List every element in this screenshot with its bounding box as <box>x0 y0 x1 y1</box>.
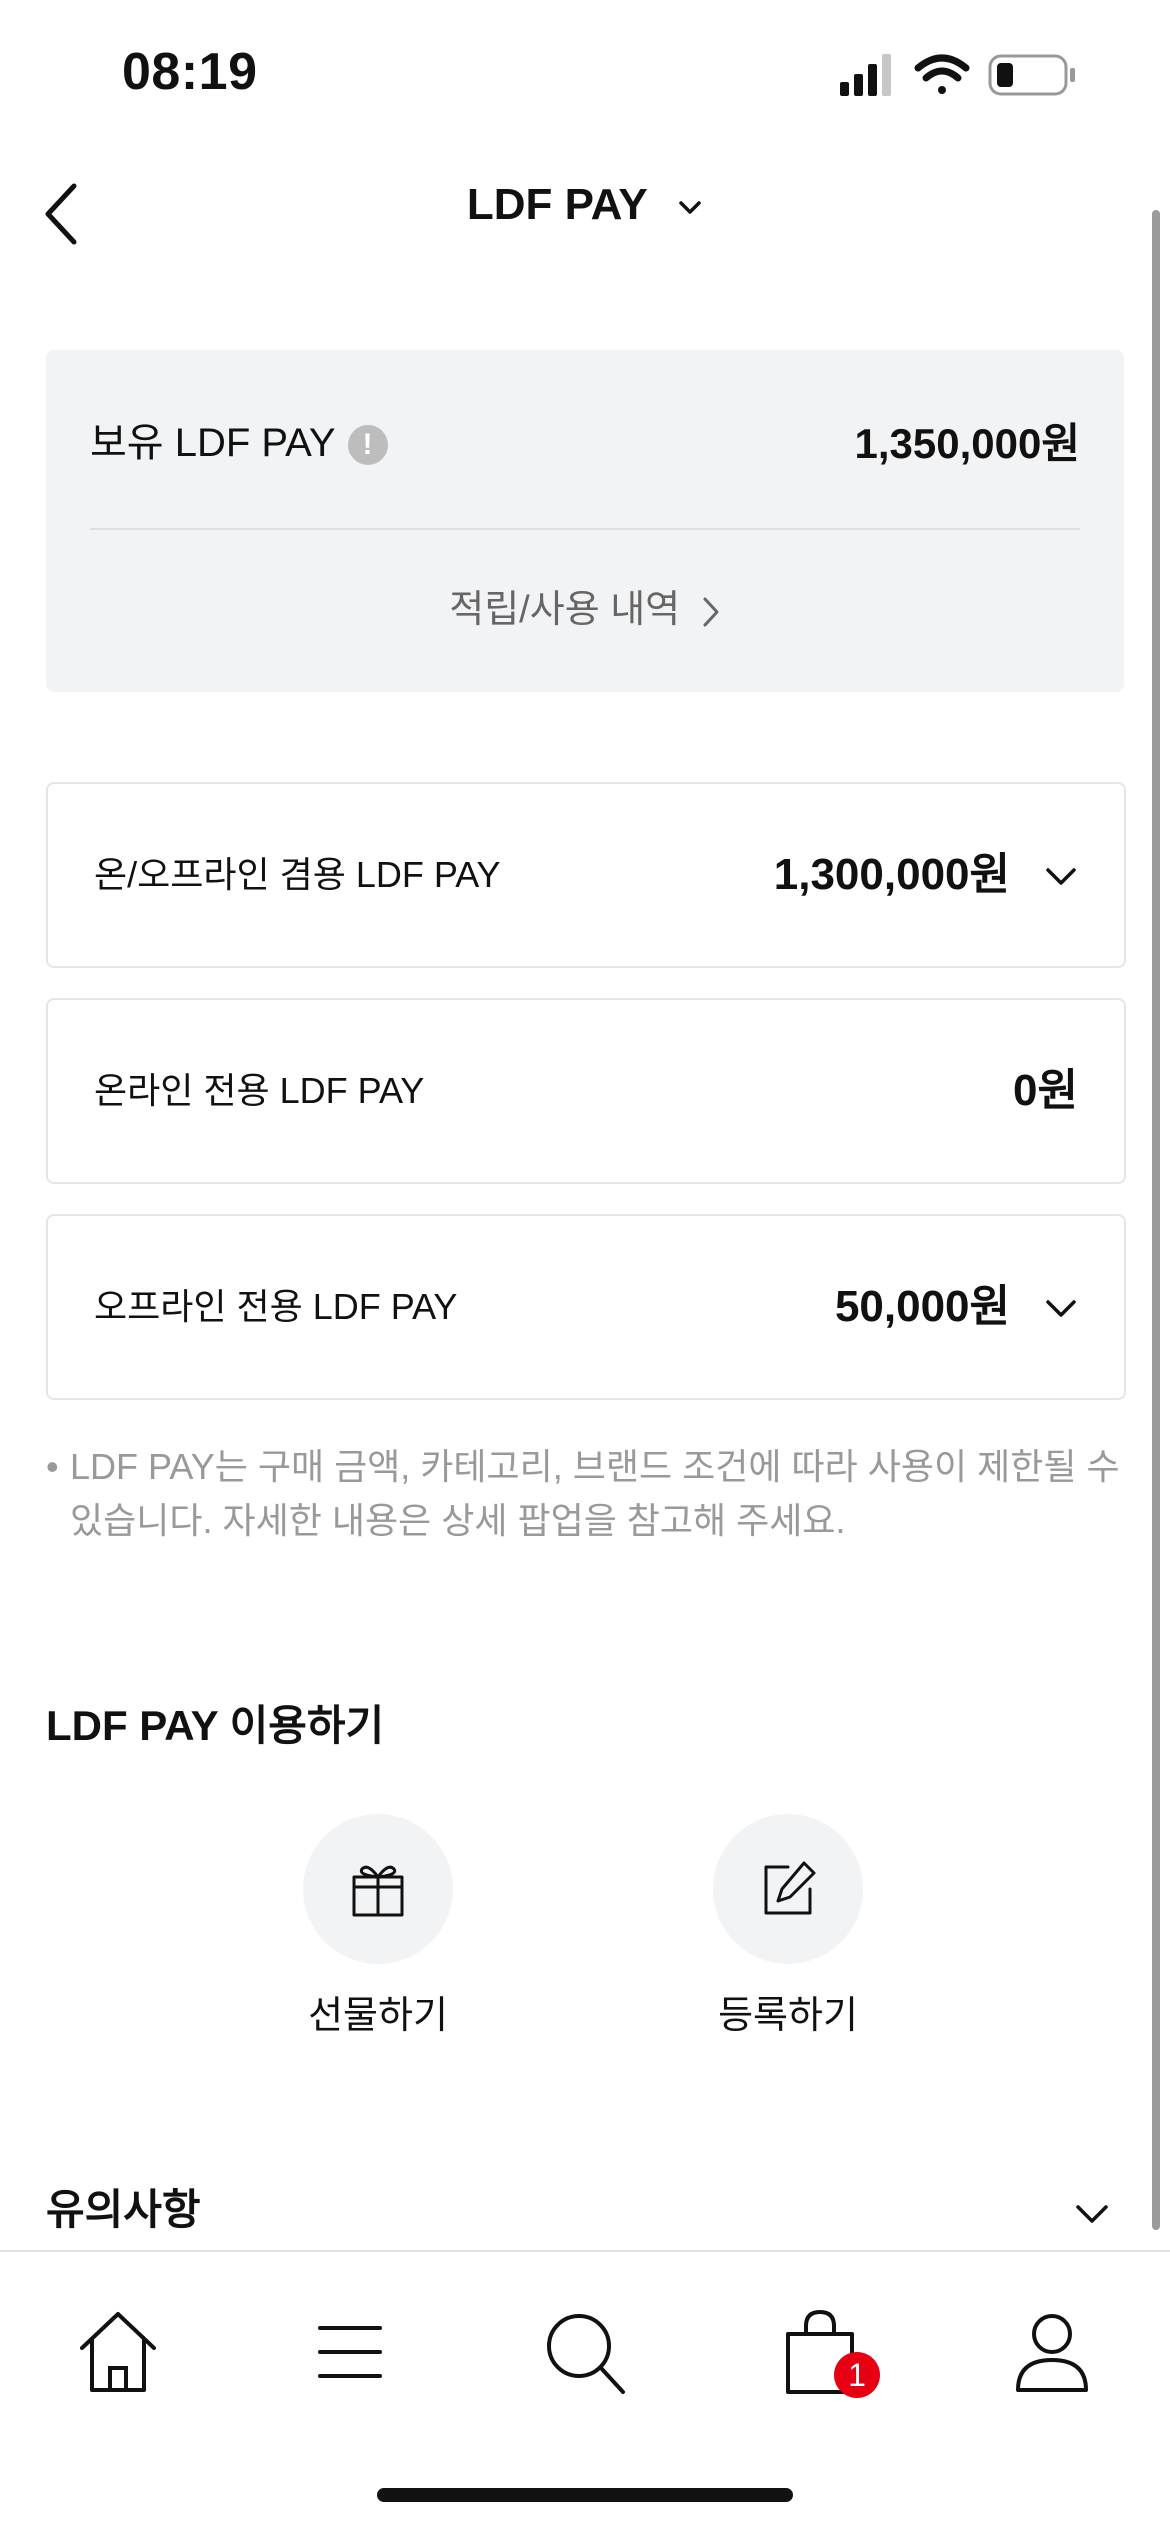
chevron-down-icon <box>679 201 701 215</box>
edit-icon <box>764 1861 816 1915</box>
home-indicator <box>377 2488 793 2502</box>
pay-card-amount: 50,000원 <box>834 1282 1010 1331</box>
balance-panel: 보유 LDF PAY! 1,350,000원 적립/사용 내역 <box>46 350 1124 692</box>
chevron-down-icon[interactable] <box>1044 860 1078 894</box>
section-title-use: LDF PAY 이용하기 <box>46 1702 385 1749</box>
pay-card-online-offline[interactable]: 온/오프라인 겸용 LDF PAY 1,300,000원 <box>46 782 1126 968</box>
gift-label: 선물하기 <box>308 1995 448 2037</box>
gift-button[interactable]: 선물하기 <box>268 1814 488 2039</box>
balance-amount: 1,350,000원 <box>854 420 1081 467</box>
register-label: 등록하기 <box>718 1995 858 2037</box>
register-button[interactable]: 등록하기 <box>678 1814 898 2039</box>
scrollbar[interactable] <box>1152 210 1160 2230</box>
caution-title[interactable]: 유의사항 <box>46 2176 201 2237</box>
gift-icon <box>352 1865 404 1917</box>
search-icon[interactable] <box>535 2302 635 2402</box>
pay-card-label: 온/오프라인 겸용 LDF PAY <box>94 854 501 895</box>
divider <box>90 528 1080 530</box>
status-time: 08:19 <box>122 43 258 101</box>
info-icon[interactable]: ! <box>347 425 388 466</box>
page-title-text: LDF PAY <box>466 180 647 229</box>
pay-card-label: 온라인 전용 LDF PAY <box>94 1070 425 1111</box>
notice-text: LDF PAY는 구매 금액, 카테고리, 브랜드 조건에 따라 사용이 제한될… <box>46 1440 1120 1548</box>
pay-card-online: 온라인 전용 LDF PAY 0원 <box>46 998 1126 1184</box>
pay-card-amount: 1,300,000원 <box>773 850 1010 899</box>
menu-icon[interactable] <box>300 2302 400 2402</box>
balance-label-text: 보유 LDF PAY <box>90 421 336 465</box>
register-button-circle[interactable] <box>713 1814 863 1964</box>
signal-icon <box>840 54 891 96</box>
history-link-text: 적립/사용 내역 <box>449 589 681 631</box>
shopping-bag-tab[interactable]: 1 <box>770 2302 880 2402</box>
balance-label: 보유 LDF PAY! <box>90 410 388 468</box>
gift-button-circle[interactable] <box>303 1814 453 1964</box>
cart-badge: 1 <box>834 2352 880 2398</box>
pay-card-label: 오프라인 전용 LDF PAY <box>94 1286 458 1327</box>
wifi-icon <box>914 54 970 94</box>
chevron-right-icon <box>703 597 719 627</box>
pay-card-offline[interactable]: 오프라인 전용 LDF PAY 50,000원 <box>46 1214 1126 1400</box>
home-icon[interactable] <box>68 2302 168 2402</box>
battery-icon <box>988 54 1075 96</box>
history-link[interactable]: 적립/사용 내역 <box>46 578 1124 633</box>
status-icons <box>840 54 1075 96</box>
pay-card-amount: 0원 <box>1013 1066 1078 1115</box>
chevron-down-icon[interactable] <box>1044 1292 1078 1326</box>
user-icon[interactable] <box>1002 2302 1102 2402</box>
chevron-down-icon[interactable] <box>1074 2196 1110 2232</box>
page-title[interactable]: LDF PAY <box>0 180 1170 230</box>
